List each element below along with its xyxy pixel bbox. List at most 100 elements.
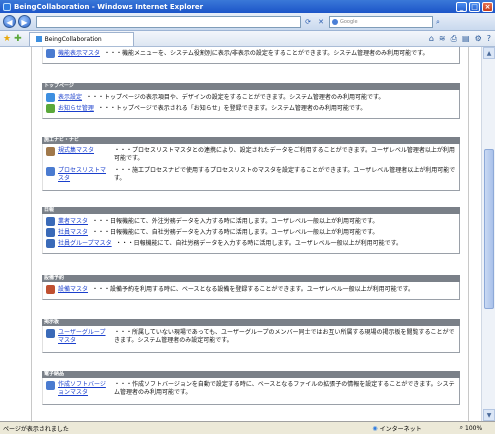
search-input[interactable]: Google <box>329 15 433 28</box>
section-box: 作成ソフトバージョンマスタ ・・・作成ソフトバージョンを自動で設定する時に、ベース… <box>42 378 460 405</box>
list-item: プロセスリストマスタ ・・・施工プロセスナビで使用するプロセスリストのマスタを設定… <box>43 167 459 187</box>
page-viewport: 機能表示マスタ ・・・機能メニューを、システム役割別に表示/非表示の設定をすること… <box>0 47 495 421</box>
section: 電子納品作成ソフトバージョンマスタ ・・・作成ソフトバージョンを自動で設定する時に… <box>42 371 460 405</box>
section: 掲示板ユーザーグループマスタ ・・・所属していない現場であっても、ユーザーグループ… <box>42 319 460 353</box>
status-bar: ページが表示されました ◉ インターネット ⌕ 100% <box>0 421 495 434</box>
back-button[interactable]: ◀ <box>3 15 16 28</box>
list-item: お知らせ管理 ・・・トップページで表示される「お知らせ」を登録できます。システム管… <box>43 104 459 115</box>
globe-icon: ◉ <box>372 424 378 432</box>
master-icon <box>46 167 55 176</box>
ie-icon <box>3 2 11 11</box>
forward-button[interactable]: ▶ <box>18 15 31 28</box>
list-item: 業者マスタ ・・・日報機能にて、外注労務データを入力する時に活用します。ユーザレベ… <box>43 217 459 228</box>
master-link[interactable]: ユーザーグループマスタ <box>58 329 110 345</box>
tab-label: BeingCollaboration <box>44 35 102 43</box>
master-link[interactable]: 作成ソフトバージョンマスタ <box>58 381 110 397</box>
master-icon <box>46 147 55 156</box>
master-link[interactable]: 設備マスタ <box>58 285 88 294</box>
list-item: 設備マスタ ・・・設備予約を利用する時に、ベースとなる設備を登録することができます… <box>43 285 459 296</box>
master-link[interactable]: 機能表示マスタ <box>58 49 100 58</box>
section: トップページ表示設定 ・・・トップページの表示項目や、デザインの設定をすることがで… <box>42 83 460 119</box>
master-icon <box>46 381 55 390</box>
close-button[interactable]: × <box>482 1 493 12</box>
feeds-icon[interactable]: ≋ <box>439 34 446 43</box>
scroll-down-arrow[interactable]: ▼ <box>483 409 495 421</box>
vertical-scrollbar[interactable]: ▲ ▼ <box>481 47 495 421</box>
master-description: ・・・設備予約を利用する時に、ベースとなる設備を登録することができます。ユーザレ… <box>92 286 415 293</box>
master-description: ・・・日報機能にて、自社労務データを入力する時に活用します。ユーザレベル一般以上… <box>92 229 379 236</box>
master-description: ・・・日報機能にて、自社労務データを入力する時に活用します。ユーザレベル一般以上… <box>115 240 403 247</box>
list-item: 表示設定 ・・・トップページの表示項目や、デザインの設定をすることができます。シス… <box>43 93 459 104</box>
section: 施工ナビ・ナビ規式集マスタ ・・・プロセスリストマスタとの連携により、設定されたデ… <box>42 137 460 191</box>
master-link[interactable]: お知らせ管理 <box>58 104 94 113</box>
page-column: 機能表示マスタ ・・・機能メニューを、システム役割別に表示/非表示の設定をすること… <box>31 47 469 421</box>
master-description: ・・・日報機能にて、外注労務データを入力する時に活用します。ユーザレベル一般以上… <box>92 218 379 225</box>
list-item: 社員マスタ ・・・日報機能にて、自社労務データを入力する時に活用します。ユーザレベ… <box>43 228 459 239</box>
section-header: 掲示板 <box>42 319 460 326</box>
zone-label: インターネット <box>379 425 422 433</box>
list-item: 社員グループマスタ ・・・日報機能にて、自社労務データを入力する時に活用します。ユ… <box>43 239 459 250</box>
google-icon <box>332 18 338 25</box>
stop-icon[interactable]: ✕ <box>316 17 326 27</box>
list-item: 作成ソフトバージョンマスタ ・・・作成ソフトバージョンを自動で設定する時に、ベース… <box>43 381 459 401</box>
master-description: ・・・トップページで表示される「お知らせ」を登録できます。システム管理者のみ利用… <box>97 105 367 112</box>
print-icon[interactable]: ⎙ <box>451 34 457 44</box>
status-text: ページが表示されました <box>3 425 69 433</box>
search-placeholder: Google <box>340 18 358 25</box>
window-titlebar: BeingCollaboration - Windows Internet Ex… <box>0 0 495 13</box>
master-description: ・・・機能メニューを、システム役割別に表示/非表示の設定をすることができます。シ… <box>104 50 429 57</box>
favorites-star-icon[interactable]: ★ <box>3 34 11 44</box>
list-item: 機能表示マスタ ・・・機能メニューを、システム役割別に表示/非表示の設定をすること… <box>43 49 459 60</box>
section-header: トップページ <box>42 83 460 90</box>
search-go-icon[interactable]: ⌕ <box>433 17 443 27</box>
section-box: 表示設定 ・・・トップページの表示項目や、デザインの設定をすることができます。シス… <box>42 90 460 119</box>
master-description: ・・・作成ソフトバージョンを自動で設定する時に、ベースとなるファイルの拡張子の情… <box>114 381 455 396</box>
tab-beingcollaboration[interactable]: BeingCollaboration <box>28 31 134 46</box>
master-description: ・・・施工プロセスナビで使用するプロセスリストのマスタを設定することができます。… <box>114 167 456 182</box>
master-icon <box>46 217 55 226</box>
tab-page-icon <box>35 36 42 42</box>
master-icon <box>46 239 55 248</box>
scroll-up-arrow[interactable]: ▲ <box>483 47 495 59</box>
list-item: 規式集マスタ ・・・プロセスリストマスタとの連携により、設定されたデータをご利用す… <box>43 147 459 167</box>
master-icon <box>46 285 55 294</box>
master-description: ・・・トップページの表示項目や、デザインの設定をすることができます。システム管理… <box>86 94 385 101</box>
tools-menu-icon[interactable]: ⚙ <box>475 34 482 43</box>
section-box: 設備マスタ ・・・設備予約を利用する時に、ベースとなる設備を登録することができます… <box>42 282 460 300</box>
page-menu-icon[interactable]: ▤ <box>462 34 470 43</box>
list-item: ユーザーグループマスタ ・・・所属していない現場であっても、ユーザーグループのメン… <box>43 329 459 349</box>
url-input[interactable] <box>36 15 301 28</box>
section-header: 電子納品 <box>42 371 460 378</box>
section: 日報業者マスタ ・・・日報機能にて、外注労務データを入力する時に活用します。ユーザ… <box>42 207 460 254</box>
section-box: 業者マスタ ・・・日報機能にて、外注労務データを入力する時に活用します。ユーザレベ… <box>42 214 460 254</box>
home-icon[interactable]: ⌂ <box>429 34 434 43</box>
zoom-level[interactable]: 100% <box>465 425 495 432</box>
master-icon <box>46 228 55 237</box>
command-bar: ⌂ ≋ ⎙ ▤ ⚙ ? <box>424 34 495 44</box>
master-description: ・・・所属していない現場であっても、ユーザーグループのメンバー同士ではお互い所属… <box>114 329 455 344</box>
minimize-button[interactable]: _ <box>456 1 467 12</box>
master-icon <box>46 104 55 113</box>
master-icon <box>46 93 55 102</box>
master-link[interactable]: プロセスリストマスタ <box>58 167 110 183</box>
master-link[interactable]: 表示設定 <box>58 93 82 102</box>
add-favorite-icon[interactable]: ✚ <box>14 34 22 44</box>
section-header: 設備予約 <box>42 275 460 282</box>
zoom-icon: ⌕ <box>459 424 463 431</box>
address-bar: ◀ ▶ ⟳ ✕ Google ⌕ <box>0 13 495 31</box>
master-link[interactable]: 社員グループマスタ <box>58 239 112 248</box>
maximize-button[interactable]: □ <box>469 1 480 12</box>
master-icon <box>46 49 55 58</box>
help-icon[interactable]: ? <box>487 34 491 43</box>
section-header: 施工ナビ・ナビ <box>42 137 460 144</box>
master-link[interactable]: 規式集マスタ <box>58 147 110 155</box>
refresh-icon[interactable]: ⟳ <box>303 17 313 27</box>
master-description: ・・・プロセスリストマスタとの連携により、設定されたデータをご利用することができ… <box>114 147 455 162</box>
window-title: BeingCollaboration - Windows Internet Ex… <box>14 2 204 11</box>
section-box: ユーザーグループマスタ ・・・所属していない現場であっても、ユーザーグループのメン… <box>42 326 460 353</box>
section-header: 日報 <box>42 207 460 214</box>
master-link[interactable]: 業者マスタ <box>58 217 88 226</box>
master-link[interactable]: 社員マスタ <box>58 228 88 237</box>
scroll-thumb[interactable] <box>484 149 494 309</box>
section-box: 機能表示マスタ ・・・機能メニューを、システム役割別に表示/非表示の設定をすること… <box>42 47 460 64</box>
